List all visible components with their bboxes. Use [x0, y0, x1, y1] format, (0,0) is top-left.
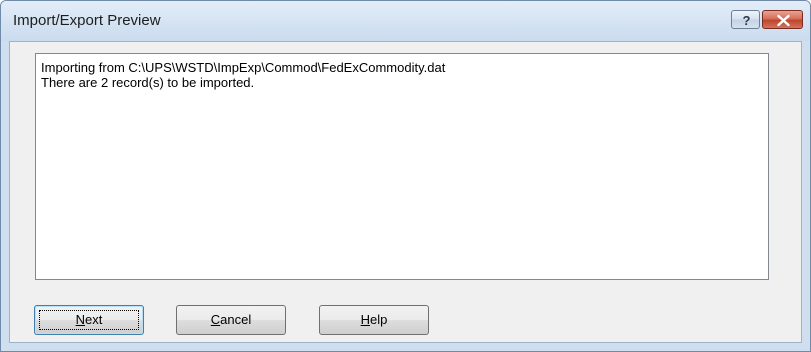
title-help-button[interactable]: ?	[731, 10, 760, 29]
next-button[interactable]: Next	[34, 305, 144, 335]
cancel-button-label: ancel	[220, 312, 252, 327]
help-button-accel: H	[360, 312, 371, 327]
help-button[interactable]: Help	[319, 305, 429, 335]
question-mark-glyph: ?	[743, 13, 751, 28]
preview-line-source-path: Importing from C:\UPS\WSTD\ImpExp\Commod…	[41, 60, 446, 75]
question-mark-icon: ?	[743, 13, 751, 28]
preview-line-record-count: There are 2 record(s) to be imported.	[41, 75, 255, 90]
window-title: Import/Export Preview	[13, 12, 161, 29]
import-preview-textbox[interactable]: Importing from C:\UPS\WSTD\ImpExp\Commod…	[35, 53, 769, 280]
help-button-label: elp	[370, 312, 388, 327]
cancel-button[interactable]: Cancel	[176, 305, 286, 335]
close-icon	[777, 14, 790, 27]
import-export-preview-dialog: Import/Export Preview ? Importing from C…	[0, 0, 811, 352]
next-button-label: ext	[85, 312, 103, 327]
title-close-button[interactable]	[762, 10, 803, 29]
cancel-button-accel: C	[210, 312, 221, 327]
next-button-accel: N	[75, 312, 86, 327]
dialog-client-area: Importing from C:\UPS\WSTD\ImpExp\Commod…	[9, 41, 802, 343]
title-bar[interactable]: Import/Export Preview ?	[1, 1, 810, 41]
